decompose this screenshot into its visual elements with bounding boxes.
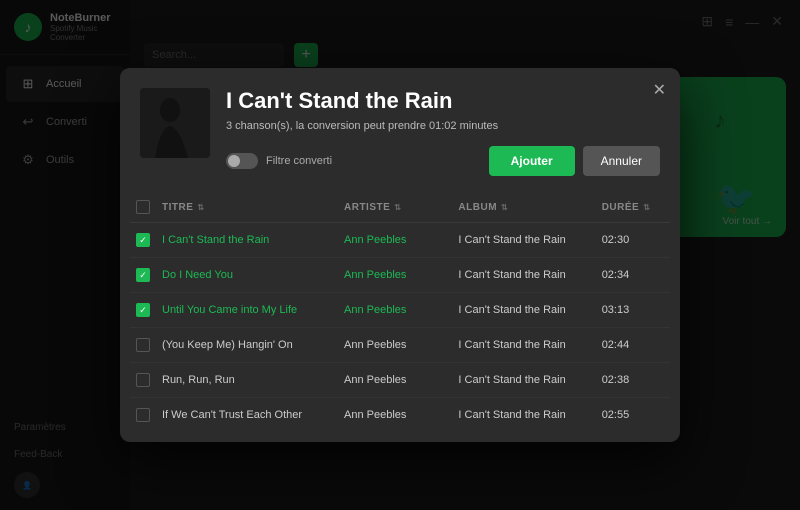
album-label: ALBUM (458, 202, 497, 213)
row-titre-5: If We Can't Trust Each Other (156, 398, 338, 433)
ajouter-button[interactable]: Ajouter (489, 146, 575, 176)
titre-sort-icon[interactable]: ⇅ (197, 203, 204, 212)
annuler-button[interactable]: Annuler (583, 146, 660, 176)
row-album-2: I Can't Stand the Rain (452, 293, 595, 328)
modal-dialog: I Can't Stand the Rain 3 chanson(s), la … (120, 68, 680, 442)
row-checkbox-cell (130, 363, 156, 398)
row-titre-3: (You Keep Me) Hangin' On (156, 328, 338, 363)
th-album: ALBUM ⇅ (452, 192, 595, 223)
duree-label: DURÉE (602, 202, 640, 213)
modal-table-container: TITRE ⇅ ARTISTE ⇅ ALBUM (120, 192, 680, 442)
row-artiste-4: Ann Peebles (338, 363, 452, 398)
tracks-table: TITRE ⇅ ARTISTE ⇅ ALBUM (130, 192, 670, 432)
modal-info: I Can't Stand the Rain 3 chanson(s), la … (226, 88, 660, 176)
table-row: (You Keep Me) Hangin' On Ann Peebles I C… (130, 328, 670, 363)
table-row: Do I Need You Ann Peebles I Can't Stand … (130, 258, 670, 293)
row-album-1: I Can't Stand the Rain (452, 258, 595, 293)
th-artiste: ARTISTE ⇅ (338, 192, 452, 223)
row-album-0: I Can't Stand the Rain (452, 223, 595, 258)
row-checkbox-cell (130, 398, 156, 433)
row-duree-4: 02:38 (596, 363, 670, 398)
row-checkbox-cell (130, 223, 156, 258)
row-duree-5: 02:55 (596, 398, 670, 433)
row-titre-2: Until You Came into My Life (156, 293, 338, 328)
row-artiste-5: Ann Peebles (338, 398, 452, 433)
row-checkbox-3[interactable] (136, 338, 150, 352)
modal-header: I Can't Stand the Rain 3 chanson(s), la … (120, 68, 680, 192)
row-titre-0: I Can't Stand the Rain (156, 223, 338, 258)
album-art (140, 88, 210, 158)
tracks-tbody: I Can't Stand the Rain Ann Peebles I Can… (130, 223, 670, 433)
table-row: Until You Came into My Life Ann Peebles … (130, 293, 670, 328)
row-artiste-3: Ann Peebles (338, 328, 452, 363)
row-duree-0: 02:30 (596, 223, 670, 258)
modal-overlay: I Can't Stand the Rain 3 chanson(s), la … (0, 0, 800, 510)
album-art-image (140, 88, 210, 158)
table-header: TITRE ⇅ ARTISTE ⇅ ALBUM (130, 192, 670, 223)
row-duree-2: 03:13 (596, 293, 670, 328)
row-checkbox-cell (130, 258, 156, 293)
silhouette-svg (140, 88, 210, 158)
titre-label: TITRE (162, 202, 193, 213)
row-checkbox-2[interactable] (136, 303, 150, 317)
row-album-3: I Can't Stand the Rain (452, 328, 595, 363)
row-checkbox-5[interactable] (136, 408, 150, 422)
row-artiste-1: Ann Peebles (338, 258, 452, 293)
artiste-label: ARTISTE (344, 202, 390, 213)
filter-label: Filtre converti (266, 155, 332, 167)
modal-subtitle: 3 chanson(s), la conversion peut prendre… (226, 120, 660, 132)
row-titre-1: Do I Need You (156, 258, 338, 293)
filter-toggle: Filtre converti (226, 153, 332, 169)
row-duree-3: 02:44 (596, 328, 670, 363)
th-checkbox (130, 192, 156, 223)
table-row: If We Can't Trust Each Other Ann Peebles… (130, 398, 670, 433)
th-titre: TITRE ⇅ (156, 192, 338, 223)
th-duree: DURÉE ⇅ (596, 192, 670, 223)
modal-action-buttons: Ajouter Annuler (489, 146, 660, 176)
duree-sort-icon[interactable]: ⇅ (643, 203, 650, 212)
row-titre-4: Run, Run, Run (156, 363, 338, 398)
header-checkbox[interactable] (136, 200, 150, 214)
table-row: Run, Run, Run Ann Peebles I Can't Stand … (130, 363, 670, 398)
filter-switch[interactable] (226, 153, 258, 169)
artiste-sort-icon[interactable]: ⇅ (394, 203, 401, 212)
toggle-knob (228, 155, 240, 167)
row-duree-1: 02:34 (596, 258, 670, 293)
row-album-5: I Can't Stand the Rain (452, 398, 595, 433)
modal-close-button[interactable]: ✕ (653, 80, 666, 100)
row-checkbox-cell (130, 293, 156, 328)
row-checkbox-1[interactable] (136, 268, 150, 282)
table-row: I Can't Stand the Rain Ann Peebles I Can… (130, 223, 670, 258)
row-checkbox-4[interactable] (136, 373, 150, 387)
row-artiste-0: Ann Peebles (338, 223, 452, 258)
row-artiste-2: Ann Peebles (338, 293, 452, 328)
row-checkbox-cell (130, 328, 156, 363)
modal-filter-row: Filtre converti Ajouter Annuler (226, 146, 660, 176)
row-checkbox-0[interactable] (136, 233, 150, 247)
row-album-4: I Can't Stand the Rain (452, 363, 595, 398)
album-sort-icon[interactable]: ⇅ (501, 203, 508, 212)
modal-title: I Can't Stand the Rain (226, 88, 660, 114)
